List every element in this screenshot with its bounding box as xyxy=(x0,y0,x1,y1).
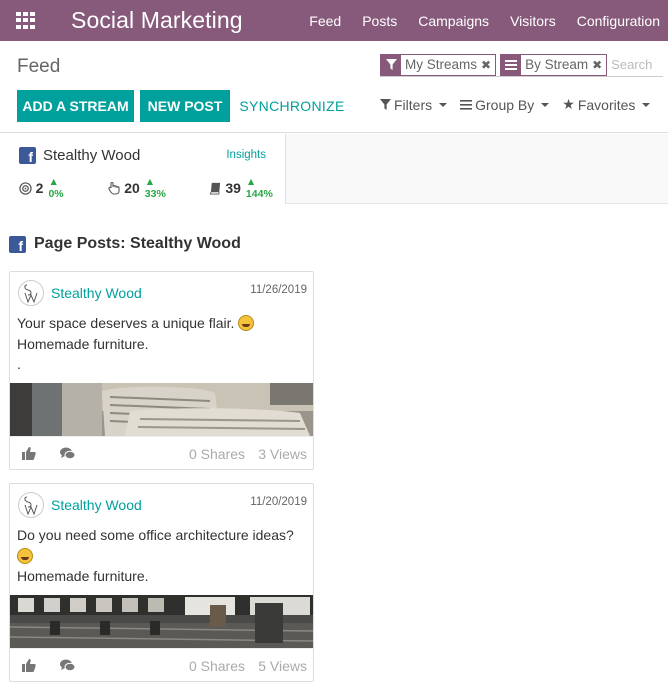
comment-icon[interactable] xyxy=(60,659,76,675)
menu-item-visitors[interactable]: Visitors xyxy=(510,13,556,29)
account-card: f Stealthy Wood Insights 2 ▲ 0% 20 ▲ 33% xyxy=(0,134,286,204)
stat-trend-value: 0% xyxy=(48,188,64,200)
group-by-label: Group By xyxy=(475,96,535,113)
main-menu: Feed Posts Campaigns Visitors Configurat… xyxy=(309,0,668,41)
post-header: Stealthy Wood 11/20/2019 xyxy=(10,484,313,520)
insights-link[interactable]: Insights xyxy=(226,149,266,161)
breadcrumb: Feed xyxy=(17,56,61,77)
close-icon[interactable]: ✖ xyxy=(481,58,495,72)
facebook-icon: f xyxy=(19,147,36,164)
list-icon xyxy=(460,99,473,110)
filter-icon xyxy=(381,54,401,75)
caret-down-icon xyxy=(642,102,651,107)
new-post-button[interactable]: NEW POST xyxy=(140,90,230,122)
facet-label: My Streams xyxy=(405,57,478,72)
list-icon xyxy=(501,54,522,75)
synchronize-button[interactable]: SYNCHRONIZE xyxy=(236,90,348,122)
group-by-dropdown[interactable]: Group By xyxy=(460,96,550,113)
caret-down-icon xyxy=(439,102,448,107)
post-footer: 0 Shares 5 Views xyxy=(10,648,313,682)
search-options: Filters Group By ★ Favorites xyxy=(380,96,651,113)
post-image[interactable] xyxy=(10,595,313,648)
post-text-line: Do you need some office architecture ide… xyxy=(17,527,294,543)
stat-trend-value: 33% xyxy=(144,188,166,200)
stat-trend: ▲ 144% xyxy=(245,176,273,200)
post-shares: 0 Shares xyxy=(188,446,245,462)
post-date: 11/26/2019 xyxy=(250,284,307,296)
stat-audience: 2 ▲ 0% xyxy=(19,176,76,200)
account-name: Stealthy Wood xyxy=(43,147,141,164)
menu-item-feed[interactable]: Feed xyxy=(309,13,341,29)
stat-trend: ▲ 33% xyxy=(144,176,166,200)
heart-eyes-emoji-icon xyxy=(238,315,255,331)
post-text-line: Homemade furniture. xyxy=(17,568,149,584)
post-text-line: . xyxy=(17,356,21,372)
search-facet-my-streams: My Streams ✖ xyxy=(380,53,497,76)
book-icon xyxy=(209,181,223,195)
stat-stories: 39 ▲ 144% xyxy=(209,176,285,200)
target-icon xyxy=(19,181,33,195)
post-message: Do you need some office architecture ide… xyxy=(17,525,307,587)
post-views: 3 Views xyxy=(258,446,307,462)
stat-trend: ▲ 0% xyxy=(48,176,64,200)
facebook-icon: f xyxy=(9,236,26,253)
facet-label: By Stream xyxy=(525,57,589,72)
post-text-line: Your space deserves a unique flair. xyxy=(17,315,235,331)
search-facet-by-stream: By Stream ✖ xyxy=(500,53,608,76)
post-footer: 0 Shares 3 Views xyxy=(10,436,313,470)
filters-dropdown[interactable]: Filters xyxy=(380,96,448,113)
stat-trend-value: 144% xyxy=(245,188,273,200)
avatar xyxy=(18,280,44,306)
comment-icon[interactable] xyxy=(60,447,76,463)
page-posts-title: Page Posts: Stealthy Wood xyxy=(34,235,241,252)
search-bar: My Streams ✖ By Stream ✖ xyxy=(380,53,663,77)
post-card: Stealthy Wood 11/26/2019 Your space dese… xyxy=(9,271,314,470)
caret-down-icon xyxy=(541,102,550,107)
apps-menu-icon[interactable] xyxy=(16,11,36,30)
account-stats: 2 ▲ 0% 20 ▲ 33% 39 ▲ 144% xyxy=(19,176,285,200)
post-message: Your space deserves a unique flair. Home… xyxy=(17,313,307,375)
stream-stats-area: f Stealthy Wood Insights 2 ▲ 0% 20 ▲ 33% xyxy=(0,134,668,204)
favorites-dropdown[interactable]: ★ Favorites xyxy=(562,96,651,113)
stat-value: 20 xyxy=(124,180,140,196)
app-title: Social Marketing xyxy=(71,7,243,33)
post-author[interactable]: Stealthy Wood xyxy=(51,285,142,301)
post-shares: 0 Shares xyxy=(188,658,245,674)
post-card: Stealthy Wood 11/20/2019 Do you need som… xyxy=(9,483,314,682)
stat-value: 39 xyxy=(225,180,241,196)
menu-item-campaigns[interactable]: Campaigns xyxy=(418,13,489,29)
star-icon: ★ xyxy=(562,96,575,112)
filter-icon xyxy=(380,99,391,110)
favorites-label: Favorites xyxy=(577,96,636,113)
stat-value: 2 xyxy=(35,180,44,196)
close-icon[interactable]: ✖ xyxy=(592,58,606,72)
post-date: 11/20/2019 xyxy=(250,496,307,508)
post-author[interactable]: Stealthy Wood xyxy=(51,497,142,513)
control-panel: Feed ADD A STREAM NEW POST SYNCHRONIZE M… xyxy=(0,41,668,133)
post-header: Stealthy Wood 11/26/2019 xyxy=(10,272,313,308)
menu-item-posts[interactable]: Posts xyxy=(362,13,397,29)
like-icon[interactable] xyxy=(22,659,36,675)
search-input[interactable] xyxy=(611,57,662,72)
avatar xyxy=(18,492,44,518)
post-views: 5 Views xyxy=(258,658,307,674)
grin-emoji-icon xyxy=(17,547,33,564)
top-navbar: Social Marketing Feed Posts Campaigns Vi… xyxy=(0,0,668,41)
stat-engagement: 20 ▲ 33% xyxy=(107,176,178,200)
post-image[interactable] xyxy=(10,383,313,436)
like-icon[interactable] xyxy=(22,447,36,463)
menu-item-configuration[interactable]: Configuration xyxy=(577,13,660,29)
filters-label: Filters xyxy=(394,96,433,113)
post-text-line: Homemade furniture. xyxy=(17,335,149,352)
add-stream-button[interactable]: ADD A STREAM xyxy=(17,90,134,122)
hand-click-icon xyxy=(107,181,121,195)
